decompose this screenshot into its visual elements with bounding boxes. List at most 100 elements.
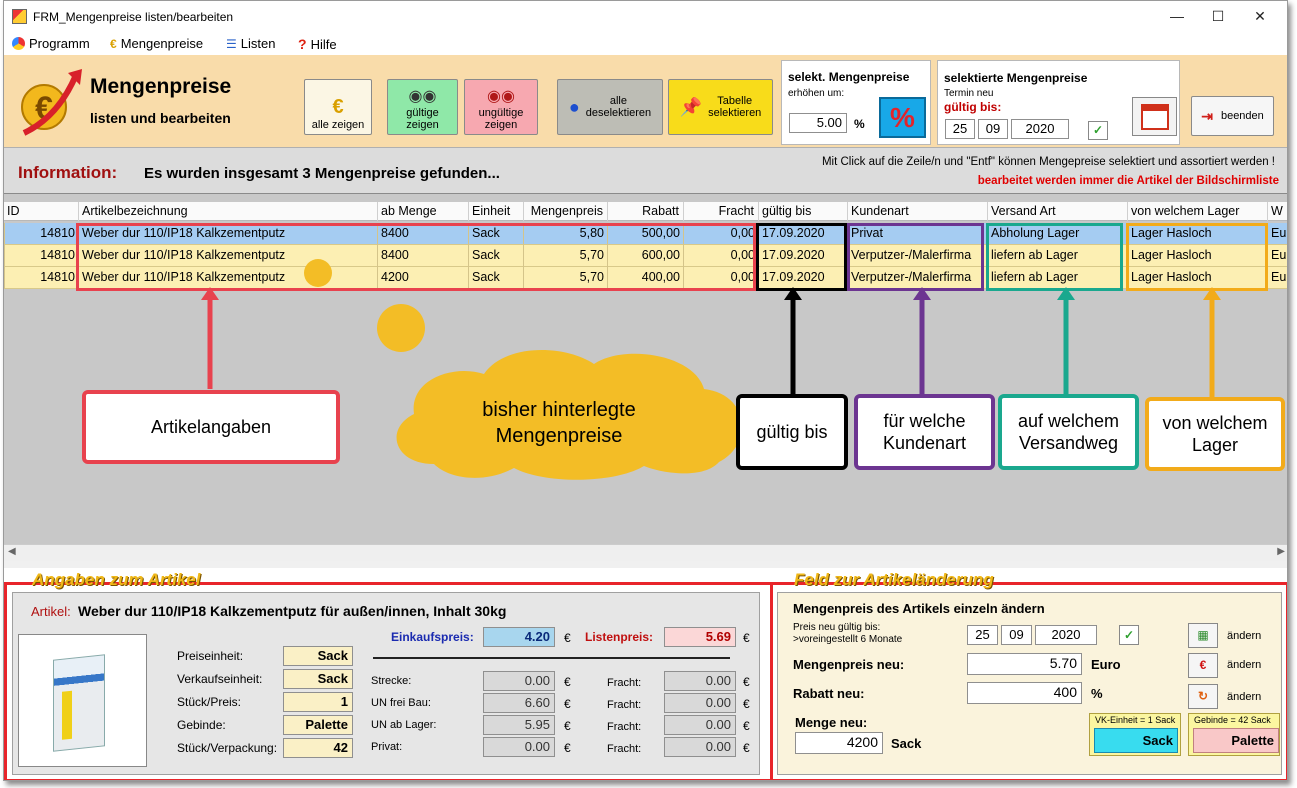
button-label: Tabelle	[717, 95, 753, 107]
exit-button[interactable]: ⇥ beenden	[1191, 96, 1274, 136]
section-title-aenderung: Feld zur Artikeländerung	[794, 570, 994, 589]
button-label: Palette	[1231, 733, 1274, 748]
price-unit: Euro	[1091, 657, 1121, 672]
menu-label: Programm	[29, 36, 90, 51]
price-change-button[interactable]: €	[1188, 653, 1218, 678]
apply-percent-button[interactable]: %	[879, 97, 926, 138]
vk-caption: VK-Einheit = 1 Sack	[1095, 715, 1176, 725]
price-new-label: Mengenpreis neu:	[793, 657, 905, 672]
termin-title: selektierte Mengenpreise	[944, 71, 1088, 85]
euro-icon: €	[110, 36, 117, 51]
rabatt-new-input[interactable]: 400	[967, 682, 1082, 704]
fracht-label: Fracht:	[607, 743, 642, 755]
price-label: UN frei Bau:	[371, 697, 431, 709]
ek-currency: €	[564, 631, 571, 645]
price-label: UN ab Lager:	[371, 719, 437, 731]
price-currency: €	[564, 675, 571, 689]
date-change-button[interactable]: ▦	[1188, 623, 1218, 648]
prop-label: Stück/Preis:	[177, 695, 242, 709]
close-button[interactable]: ✕	[1244, 5, 1276, 27]
menu-listen[interactable]: ☰ Listen	[226, 36, 275, 51]
menu-hilfe[interactable]: ? Hilfe	[298, 36, 337, 52]
change-month-input[interactable]: 09	[1001, 625, 1032, 645]
artikel-label: Artikel:	[31, 604, 71, 619]
fracht-value: 0.00	[664, 671, 736, 691]
price-currency: €	[564, 697, 571, 711]
deselect-all-button[interactable]: ● alle deselektieren	[557, 79, 663, 135]
rabatt-change-button[interactable]: ↻	[1188, 684, 1218, 709]
calendar-check-icon[interactable]: ✓	[1088, 121, 1108, 140]
gebinde-box: Gebinde = 42 Sack Palette	[1188, 713, 1280, 756]
price-currency: €	[564, 741, 571, 755]
minimize-button[interactable]: —	[1161, 5, 1193, 27]
raise-label: erhöhen um:	[788, 88, 845, 99]
cloud-line: Mengenpreise	[495, 425, 623, 447]
button-label: zeigen	[406, 119, 439, 131]
termin-year-input[interactable]: 2020	[1011, 119, 1069, 139]
button-text: Tabelle selektieren	[708, 95, 761, 119]
change-title: Mengenpreis des Artikels einzeln ändern	[793, 601, 1045, 616]
raise-percent-input[interactable]: 5.00	[789, 113, 847, 133]
artikel-panel: Artikel: Weber dur 110/IP18 Kalkzementpu…	[12, 592, 760, 775]
price-value: 0.00	[483, 737, 555, 757]
lp-currency: €	[743, 631, 750, 645]
price-divider	[373, 657, 730, 659]
gebinde-palette-button[interactable]: Palette	[1193, 728, 1279, 753]
callout-text: auf welchem	[1017, 411, 1120, 431]
menge-new-input[interactable]: 4200	[795, 732, 883, 754]
menu-mengenpreise[interactable]: € Mengenpreise	[110, 36, 203, 51]
menge-new-label: Menge neu:	[795, 715, 868, 730]
vk-sack-button[interactable]: Sack	[1094, 728, 1178, 753]
select-table-button[interactable]: 📌 Tabelle selektieren	[668, 79, 773, 135]
help-icon: ?	[298, 36, 307, 52]
menu-label: Listen	[240, 36, 276, 51]
artikel-name: Weber dur 110/IP18 Kalkzementputz für au…	[78, 603, 507, 619]
change-day-input[interactable]: 25	[967, 625, 998, 645]
gebinde-caption: Gebinde = 42 Sack	[1194, 715, 1271, 725]
fracht-currency: €	[743, 675, 750, 689]
calendar-button[interactable]	[1132, 97, 1177, 136]
fracht-label: Fracht:	[607, 721, 642, 733]
change-panel: Mengenpreis des Artikels einzeln ändern …	[777, 592, 1282, 775]
callout-text: Artikelangaben	[150, 417, 272, 437]
pushpin-icon: 📌	[679, 97, 703, 117]
price-value: 0.00	[483, 671, 555, 691]
valid-until-label: gültig bis:	[944, 100, 1002, 114]
button-label: selektieren	[708, 107, 762, 119]
horizontal-scrollbar[interactable]: ◀ ▶	[4, 544, 1287, 561]
termin-month-input[interactable]: 09	[978, 119, 1008, 139]
aendern-label-3: ändern	[1227, 691, 1262, 703]
button-label: deselektieren	[585, 107, 652, 119]
prop-label: Stück/Verpackung:	[177, 741, 278, 755]
scroll-left-icon[interactable]: ◀	[8, 546, 16, 557]
show-valid-button[interactable]: ◉◉ gültige zeigen	[387, 79, 458, 135]
price-label: Privat:	[371, 741, 403, 753]
menu-programm[interactable]: Programm	[12, 36, 90, 51]
callout-text: für welche	[883, 411, 966, 431]
callout-text: Versandweg	[1018, 433, 1119, 453]
calendar-icon	[1140, 103, 1169, 130]
fracht-value: 0.00	[664, 693, 736, 713]
prop-label: Verkaufseinheit:	[177, 672, 263, 686]
button-label: gültige	[406, 107, 439, 119]
cloud-line: bisher hinterlegte	[482, 399, 636, 421]
scroll-right-icon[interactable]: ▶	[1277, 546, 1285, 557]
bag-stripe	[62, 690, 72, 740]
change-year-input[interactable]: 2020	[1035, 625, 1097, 645]
aendern-label-1: ändern	[1227, 630, 1262, 642]
fracht-currency: €	[743, 741, 750, 755]
show-invalid-button[interactable]: ◉◉ ungültige zeigen	[464, 79, 538, 135]
price-new-input[interactable]: 5.70	[967, 653, 1082, 675]
menu-label: Hilfe	[310, 36, 337, 52]
change-calendar-icon[interactable]: ✓	[1119, 625, 1139, 645]
information-bar: Information: Es wurden insgesamt 3 Menge…	[4, 147, 1287, 194]
bottom-area: Angaben zum Artikel Feld zur Artikelände…	[4, 568, 1287, 780]
title-bar: FRM_Mengenpreise listen/bearbeiten — ☐ ✕	[4, 1, 1287, 32]
maximize-button[interactable]: ☐	[1202, 5, 1234, 27]
percent-icon: %	[890, 102, 915, 133]
termin-day-input[interactable]: 25	[945, 119, 975, 139]
show-all-button[interactable]: € alle zeigen	[304, 79, 372, 135]
binoculars-red-icon: ◉◉	[487, 88, 515, 105]
callout-gueltig: gültig bis	[736, 394, 848, 470]
info-message: Es wurden insgesamt 3 Mengenpreise gefun…	[144, 165, 500, 182]
